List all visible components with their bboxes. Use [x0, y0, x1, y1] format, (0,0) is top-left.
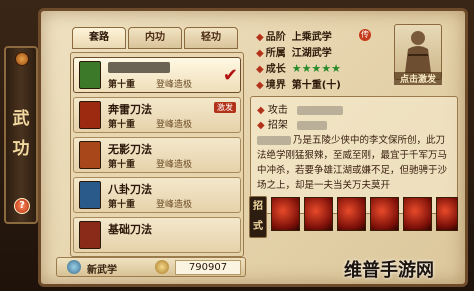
- activate-tag-badge: 激发: [214, 102, 236, 113]
- new-skill-value: 790907: [175, 260, 241, 275]
- tab-routines[interactable]: 套路: [72, 27, 126, 49]
- coin-icon: [155, 260, 169, 274]
- parry-row: ◆ 招架: [257, 116, 328, 131]
- list-item-skill-3[interactable]: 无影刀法 第十重 登峰造极: [73, 137, 241, 173]
- rank-value: 上乘武学: [291, 32, 332, 43]
- skill-level: 第十重: [108, 120, 136, 130]
- attack-label: 攻击: [267, 105, 288, 116]
- skill-tier: 登峰造极: [156, 200, 193, 210]
- growth-label: 成长: [265, 64, 286, 75]
- monk-figure-icon: [405, 31, 431, 73]
- faction-label: 所属: [265, 48, 286, 59]
- activate-portrait-label[interactable]: 点击激发: [394, 72, 442, 85]
- skill-name-redacted: [108, 62, 170, 73]
- scroll-knob-icon: [15, 52, 29, 66]
- skill-book-icon: [79, 181, 101, 209]
- move-slot-4[interactable]: [370, 197, 399, 231]
- skill-book-icon: [79, 141, 101, 169]
- skill-book-icon: [79, 61, 101, 89]
- rank-seal-icon: 传: [359, 29, 371, 41]
- list-item-skill-4[interactable]: 八卦刀法 第十重 登峰造极: [73, 177, 241, 213]
- skill-level: 第十重: [108, 80, 136, 90]
- site-watermark: 维普手游网: [344, 260, 434, 281]
- skill-description: 乃是五陵少侠中的李文保所创，此刀法绝学刚猛狠辣，至威至刚，最宜于千军万马中冲杀，…: [257, 135, 448, 191]
- martial-arts-scroll: 武 功 ?: [4, 46, 38, 224]
- skill-name: 基础刀法: [108, 223, 152, 236]
- moves-label: 招式: [249, 196, 267, 238]
- skill-tier: 登峰造极: [156, 160, 193, 170]
- rank-label: 品阶: [265, 32, 286, 43]
- scroll-title-top: 武: [12, 109, 30, 129]
- parry-value-redacted: [297, 120, 328, 130]
- tab-lightness[interactable]: 轻功: [184, 27, 238, 49]
- growth-stars: ★★★★★: [291, 62, 342, 75]
- skill-list[interactable]: 第十重 登峰造极 ✔ 奔雷刀法 第十重 登峰造极 激发 无影刀法 第十重 登峰造…: [70, 52, 244, 257]
- skill-name: 无影刀法: [108, 143, 152, 156]
- tab-inner-power[interactable]: 内功: [128, 27, 182, 49]
- list-item-skill-1[interactable]: 第十重 登峰造极 ✔: [73, 57, 241, 93]
- skill-name: 奔雷刀法: [108, 103, 152, 116]
- help-badge-icon[interactable]: ?: [14, 198, 30, 214]
- equipped-check-icon: ✔: [222, 65, 238, 86]
- move-slot-3[interactable]: [337, 197, 366, 231]
- skill-level: 第十重: [108, 160, 136, 170]
- realm-value: 第十重(十): [291, 80, 341, 91]
- growth-row: ◆ 成长 ★★★★★: [256, 62, 342, 75]
- skill-name: 八卦刀法: [108, 183, 152, 196]
- scroll-title-bottom: 功: [12, 139, 30, 159]
- skill-level: 第十重: [108, 200, 136, 210]
- skill-book-icon: [79, 221, 101, 249]
- skill-book-icon: [79, 101, 101, 129]
- parry-label: 招架: [267, 120, 288, 131]
- attack-value-redacted: [297, 105, 344, 115]
- list-item-skill-2[interactable]: 奔雷刀法 第十重 登峰造极 激发: [73, 97, 241, 133]
- author-redacted: [257, 136, 291, 145]
- new-skill-icon: [67, 260, 81, 274]
- move-slot-1[interactable]: [271, 197, 300, 231]
- rank-row: ◆ 品阶 上乘武学: [256, 32, 332, 43]
- new-skill-label: 新武学: [87, 265, 117, 276]
- list-item-skill-5[interactable]: 基础刀法: [73, 217, 241, 253]
- attack-row: ◆ 攻击: [257, 101, 344, 116]
- realm-label: 境界: [265, 80, 286, 91]
- faction-row: ◆ 所属 江湖武学: [256, 48, 332, 59]
- move-slot-5[interactable]: [403, 197, 432, 231]
- move-slot-6[interactable]: [436, 197, 458, 231]
- skill-tier: 登峰造极: [156, 120, 193, 130]
- new-skill-bar: 新武学 790907: [56, 257, 246, 277]
- skill-tier: 登峰造极: [156, 80, 193, 90]
- faction-value: 江湖武学: [291, 48, 332, 59]
- realm-row: ◆ 境界 第十重(十): [256, 80, 341, 91]
- move-slot-2[interactable]: [304, 197, 333, 231]
